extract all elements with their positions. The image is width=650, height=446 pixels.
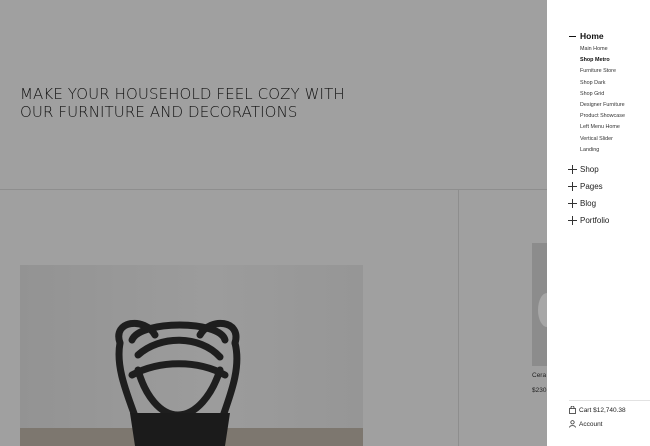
menu-item-home-label: Home	[580, 31, 604, 41]
submenu-item[interactable]: Product Showcase	[580, 111, 625, 122]
submenu-item[interactable]: Shop Metro	[580, 55, 625, 66]
submenu-item[interactable]: Furniture Store	[580, 66, 625, 77]
chair-image	[115, 319, 241, 446]
plus-icon	[568, 165, 577, 174]
plus-icon	[568, 199, 577, 208]
plus-icon	[568, 182, 577, 191]
plus-icon	[568, 216, 577, 225]
menu-item-shop[interactable]: Shop	[568, 165, 599, 174]
product-name[interactable]: Cera	[532, 372, 547, 379]
product-image-vase[interactable]	[532, 243, 547, 366]
product-price: $230	[532, 387, 547, 394]
submenu-item[interactable]: Designer Furniture	[580, 100, 625, 111]
menu-item-label: Portfolio	[580, 216, 610, 225]
submenu-item[interactable]: Shop Dark	[580, 78, 625, 89]
section-divider	[0, 189, 547, 190]
hero-title: MAKE YOUR HOUSEHOLD FEEL COZY WITH OUR F…	[20, 85, 345, 121]
bag-icon	[569, 406, 576, 414]
submenu-item[interactable]: Landing	[580, 145, 625, 156]
account-link[interactable]: Account	[569, 420, 603, 428]
side-menu-drawer: Home Main Home Shop Metro Furniture Stor…	[547, 0, 650, 446]
home-submenu: Main Home Shop Metro Furniture Store Sho…	[580, 44, 625, 156]
page-overlay[interactable]: MAKE YOUR HOUSEHOLD FEEL COZY WITH OUR F…	[0, 0, 547, 446]
divider	[569, 400, 650, 401]
menu-item-home[interactable]: Home	[569, 31, 604, 41]
menu-item-blog[interactable]: Blog	[568, 199, 596, 208]
menu-item-label: Shop	[580, 165, 599, 174]
menu-item-label: Blog	[580, 199, 597, 208]
submenu-item[interactable]: Vertical Slider	[580, 134, 625, 145]
submenu-item[interactable]: Left Menu Home	[580, 122, 625, 133]
column-divider	[458, 189, 459, 446]
product-image-chair[interactable]	[20, 265, 363, 446]
menu-item-label: Pages	[580, 182, 603, 191]
user-icon	[569, 420, 576, 428]
cart-total: $12,740.38	[593, 406, 626, 414]
account-label: Account	[579, 420, 603, 428]
menu-item-pages[interactable]: Pages	[568, 182, 603, 191]
cart-label: Cart	[579, 406, 592, 414]
submenu-item[interactable]: Main Home	[580, 44, 625, 55]
cart-link[interactable]: Cart $12,740.38	[569, 406, 626, 414]
menu-item-portfolio[interactable]: Portfolio	[568, 216, 609, 225]
minus-icon	[569, 35, 576, 37]
submenu-item[interactable]: Shop Grid	[580, 89, 625, 100]
